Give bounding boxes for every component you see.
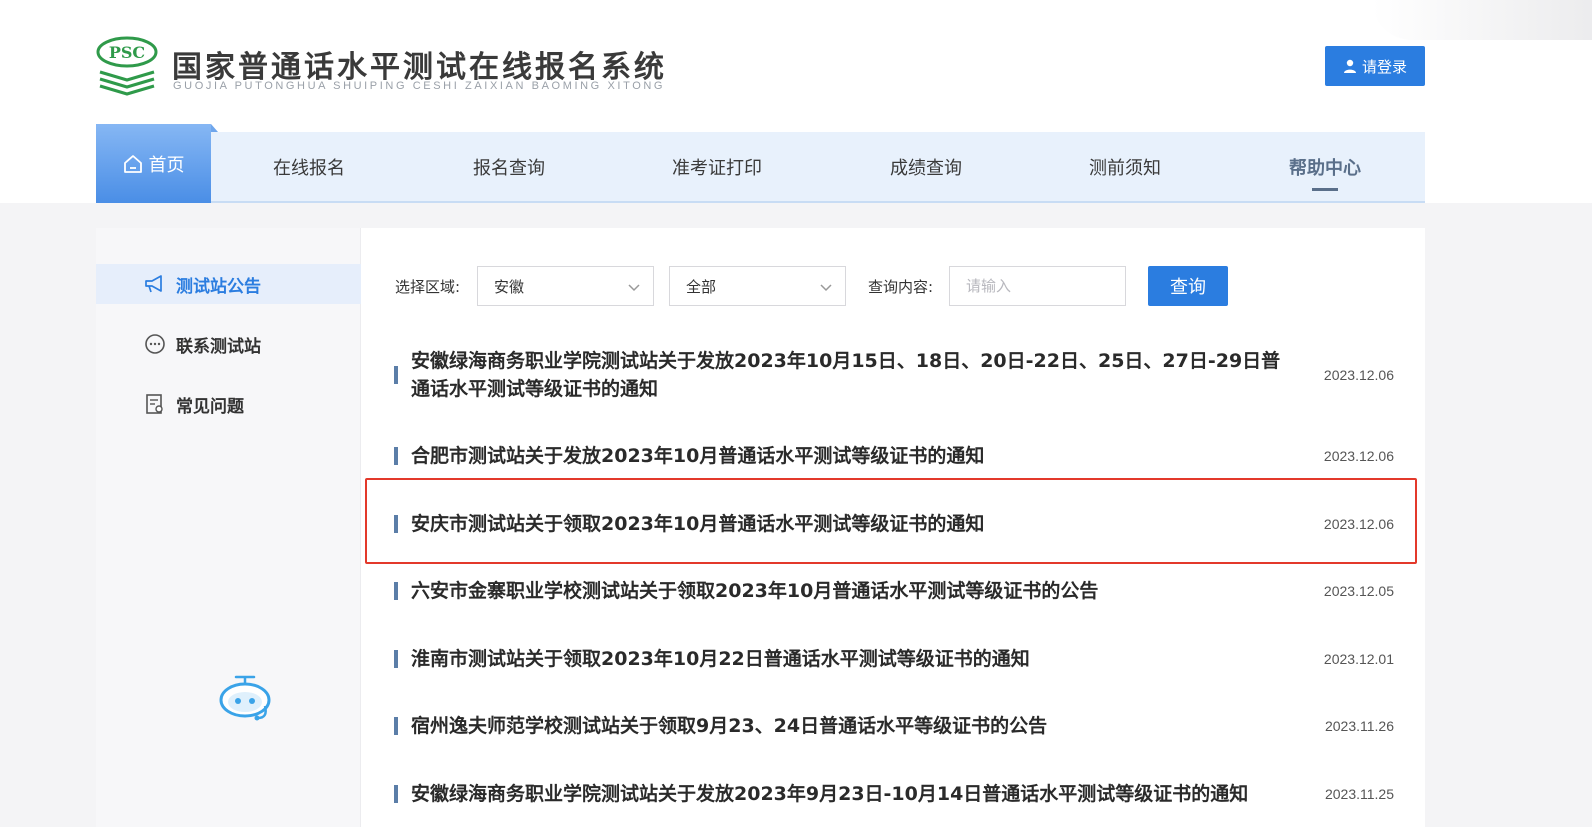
login-label: 请登录 <box>1361 57 1407 76</box>
sidebar-item-label: 常见问题 <box>176 396 244 417</box>
nav-score-query[interactable]: 成绩查询 <box>890 132 962 201</box>
list-bullet <box>394 650 398 668</box>
main-nav: 首页 在线报名 报名查询 准考证打印 成绩查询 测前须知 帮助中心 <box>96 124 1425 203</box>
list-bullet <box>394 515 398 533</box>
notice-title: 宿州逸夫师范学校测试站关于领取9月23、24日普通话水平等级证书的公告 <box>411 715 1048 737</box>
notice-date: 2023.12.06 <box>1323 448 1394 464</box>
list-item[interactable]: 安庆市测试站关于领取2023年10月普通话水平测试等级证书的通知 2023.12… <box>394 510 1394 538</box>
list-bullet <box>394 582 398 600</box>
notice-date: 2023.11.26 <box>1324 718 1394 734</box>
notice-title: 淮南市测试站关于领取2023年10月22日普通话水平测试等级证书的通知 <box>411 648 1030 670</box>
corner-shadow <box>1372 0 1592 40</box>
nav-online-registration[interactable]: 在线报名 <box>273 132 345 201</box>
nav-registration-query[interactable]: 报名查询 <box>473 132 545 201</box>
content-label: 查询内容: <box>868 278 934 296</box>
notice-title: 安徽绿海商务职业学院测试站关于发放2023年9月23日-10月14日普通话水平测… <box>411 783 1249 805</box>
site-logo[interactable]: PSC 国家普通话水平测试在线报名系统 GUOJIA PUTONGHUA SHU… <box>96 36 696 100</box>
svg-text:PSC: PSC <box>109 43 145 62</box>
user-icon <box>1343 59 1356 73</box>
notice-date: 2023.12.06 <box>1323 367 1394 383</box>
chat-icon <box>145 334 165 354</box>
nav-home-label: 首页 <box>148 154 185 176</box>
list-item[interactable]: 合肥市测试站关于发放2023年10月普通话水平测试等级证书的通知 2023.12… <box>394 442 1394 470</box>
sidebar-item-label: 测试站公告 <box>176 276 261 297</box>
notice-title: 安庆市测试站关于领取2023年10月普通话水平测试等级证书的通知 <box>411 513 985 535</box>
search-input[interactable] <box>949 266 1126 306</box>
query-button[interactable]: 查询 <box>1148 266 1228 306</box>
nav-help-center[interactable]: 帮助中心 <box>1289 132 1361 201</box>
nav-home[interactable]: 首页 <box>96 124 218 203</box>
list-item[interactable]: 宿州逸夫师范学校测试站关于领取9月23、24日普通话水平等级证书的公告 2023… <box>394 712 1394 740</box>
list-item[interactable]: 淮南市测试站关于领取2023年10月22日普通话水平测试等级证书的通知 2023… <box>394 645 1394 673</box>
sidebar-item-contact[interactable]: 联系测试站 <box>96 324 361 364</box>
nav-pretest-notes[interactable]: 测前须知 <box>1089 132 1161 201</box>
city-value: 全部 <box>686 277 717 296</box>
content-panel: 测试站公告 联系测试站 常见问题 选择区域: 安徽 全部 查询内容: 请输入 查… <box>96 228 1425 827</box>
sidebar-item-faq[interactable]: 常见问题 <box>96 384 361 424</box>
chevron-down-icon <box>628 284 640 292</box>
megaphone-icon <box>145 275 162 293</box>
nav-admission-ticket[interactable]: 准考证打印 <box>672 132 762 201</box>
notice-date: 2023.12.06 <box>1323 516 1394 532</box>
home-icon <box>123 154 142 173</box>
login-button[interactable]: 请登录 <box>1325 46 1425 86</box>
chevron-down-icon <box>820 284 832 292</box>
notice-date: 2023.12.05 <box>1323 583 1394 599</box>
document-icon <box>146 394 163 414</box>
sidebar-item-label: 联系测试站 <box>176 336 261 357</box>
list-bullet <box>394 717 398 735</box>
list-item[interactable]: 安徽绿海商务职业学院测试站关于发放2023年9月23日-10月14日普通话水平测… <box>394 780 1394 808</box>
list-item[interactable]: 安徽绿海商务职业学院测试站关于发放2023年10月15日、18日、20日-22日… <box>394 346 1394 404</box>
region-label: 选择区域: <box>395 278 461 296</box>
notice-title: 六安市金寨职业学校测试站关于领取2023年10月普通话水平测试等级证书的公告 <box>411 580 1099 602</box>
notice-date: 2023.12.01 <box>1323 651 1394 667</box>
notice-title: 安徽绿海商务职业学院测试站关于发放2023年10月15日、18日、20日-22日… <box>411 350 1281 400</box>
sidebar-item-announcements[interactable]: 测试站公告 <box>96 264 361 304</box>
city-select[interactable]: 全部 <box>669 266 846 306</box>
notice-date: 2023.11.25 <box>1324 786 1394 802</box>
list-bullet <box>394 366 398 384</box>
list-bullet <box>394 785 398 803</box>
province-select[interactable]: 安徽 <box>477 266 654 306</box>
notice-title: 合肥市测试站关于发放2023年10月普通话水平测试等级证书的通知 <box>411 445 985 467</box>
list-item[interactable]: 六安市金寨职业学校测试站关于领取2023年10月普通话水平测试等级证书的公告 2… <box>394 577 1394 605</box>
sidebar: 测试站公告 联系测试站 常见问题 <box>96 228 361 827</box>
province-value: 安徽 <box>494 277 525 296</box>
list-bullet <box>394 447 398 465</box>
site-subtitle: GUOJIA PUTONGHUA SHUIPING CESHI ZAIXIAN … <box>173 80 666 92</box>
assistant-robot-icon[interactable] <box>214 674 276 724</box>
psc-logo-icon: PSC <box>96 36 158 96</box>
